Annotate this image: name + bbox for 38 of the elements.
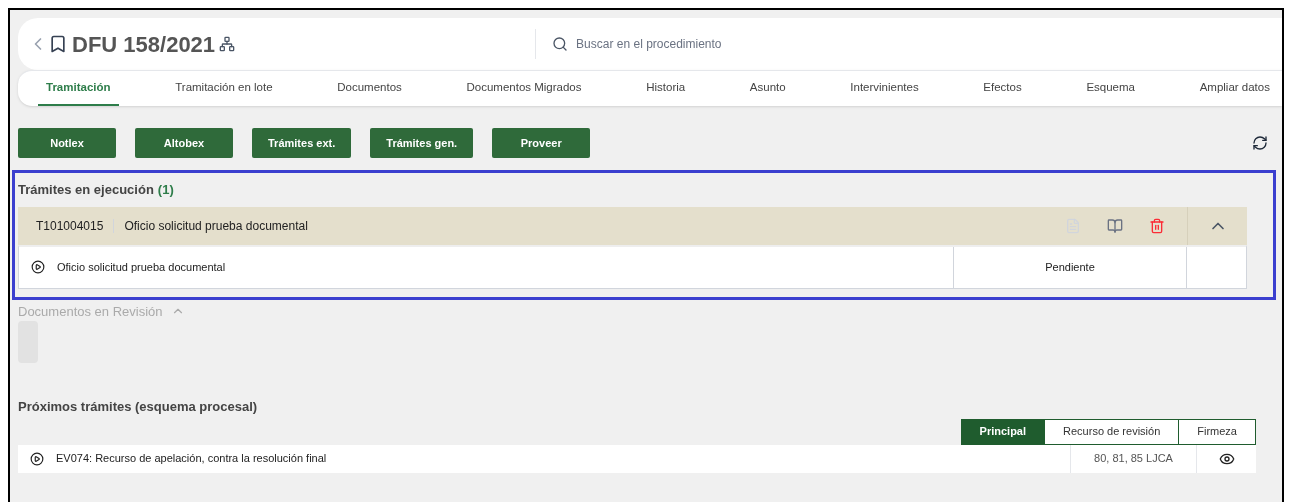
row-name: Oficio solicitud prueba documental bbox=[57, 259, 227, 275]
section-count: (1) bbox=[157, 181, 174, 199]
action-button[interactable]: Altobex bbox=[135, 128, 233, 158]
tramite-name: Oficio solicitud prueba documental bbox=[124, 217, 308, 235]
play-icon[interactable] bbox=[30, 451, 44, 466]
tab[interactable]: Esquema bbox=[1078, 71, 1143, 106]
tab[interactable]: Tramitación en lote bbox=[167, 71, 281, 106]
tab[interactable]: Firmeza bbox=[1178, 419, 1255, 444]
delete-icon[interactable] bbox=[1149, 217, 1165, 234]
refresh-icon[interactable] bbox=[1252, 135, 1268, 151]
tab[interactable]: Tramitación bbox=[38, 71, 119, 106]
search-field[interactable]: Buscar en el procedimiento bbox=[576, 35, 1282, 53]
tab[interactable]: Intervinientes bbox=[842, 71, 927, 106]
action-button[interactable]: Proveer bbox=[492, 128, 591, 158]
bookmark-icon[interactable] bbox=[48, 34, 68, 54]
tab[interactable]: Principal bbox=[961, 419, 1045, 444]
tramite-code: T101004015 bbox=[35, 217, 104, 235]
section-title: Próximos trámites (esquema procesal) bbox=[18, 399, 258, 414]
tab[interactable]: Documentos Migrados bbox=[458, 71, 590, 106]
play-icon[interactable] bbox=[31, 260, 45, 274]
tab[interactable]: Efectos bbox=[975, 71, 1030, 106]
book-icon[interactable] bbox=[1107, 217, 1123, 234]
tab[interactable]: Documentos bbox=[329, 71, 410, 106]
status-text: Pendiente bbox=[1045, 259, 1095, 275]
action-button[interactable]: Trámites gen. bbox=[370, 128, 474, 158]
section-title: Trámites en ejecución bbox=[18, 181, 154, 199]
action-button[interactable]: Trámites ext. bbox=[252, 128, 352, 158]
reference-text: 80, 81, 85 LJCA bbox=[1094, 451, 1173, 467]
tab[interactable]: Ampliar datos bbox=[1191, 71, 1278, 106]
search-icon bbox=[552, 36, 569, 52]
page-title: DFU 158/2021 bbox=[72, 30, 216, 59]
tab[interactable]: Historia bbox=[638, 71, 694, 106]
action-button[interactable]: Notlex bbox=[18, 128, 116, 158]
tab[interactable]: Asunto bbox=[741, 71, 794, 106]
hierarchy-icon[interactable] bbox=[219, 36, 236, 52]
section-title: Documentos en Revisión bbox=[18, 302, 163, 321]
row-name: EV074: Recurso de apelación, contra la resolución final bbox=[56, 451, 328, 467]
tab[interactable]: Recurso de revisión bbox=[1044, 419, 1179, 444]
